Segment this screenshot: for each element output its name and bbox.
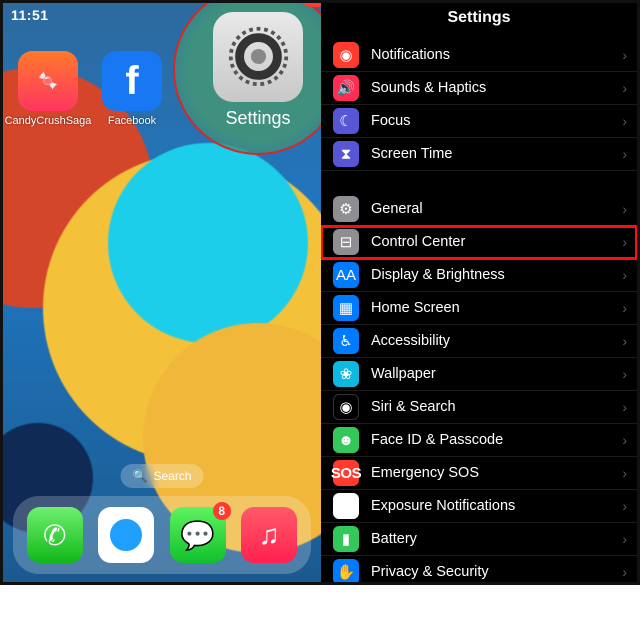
row-icon: ▦ [333,295,359,321]
row-icon: ♿︎ [333,328,359,354]
settings-label: Settings [225,108,290,129]
settings-row-wallpaper[interactable]: ❀ Wallpaper › [321,358,637,391]
row-label: Display & Brightness [371,267,505,283]
row-icon: SOS [333,460,359,486]
row-label: Home Screen [371,300,460,316]
dock: ✆ 💬 8 ♫ [13,496,311,574]
settings-screen: Settings ◉ Notifications › 🔊 Sounds & Haptic… [321,3,637,582]
settings-row-sounds-haptics[interactable]: 🔊 Sounds & Haptics › [321,72,637,105]
settings-row-focus[interactable]: ☾ Focus › [321,105,637,138]
row-label: Screen Time [371,146,452,162]
status-bar-time: 11:51 [11,7,49,23]
facebook-icon: f [102,51,162,111]
row-label: Sounds & Haptics [371,80,486,96]
settings-row-exposure-notifications[interactable]: ✺ Exposure Notifications › [321,490,637,523]
row-label: Wallpaper [371,366,436,382]
chevron-right-icon: › [622,80,627,96]
settings-badge: 3 [301,3,321,7]
settings-row-emergency-sos[interactable]: SOS Emergency SOS › [321,457,637,490]
row-label: Accessibility [371,333,450,349]
row-label: Notifications [371,47,450,63]
settings-row-battery[interactable]: ▮ Battery › [321,523,637,556]
row-icon: AA [333,262,359,288]
chevron-right-icon: › [622,146,627,162]
chevron-right-icon: › [622,531,627,547]
row-icon: ▮ [333,526,359,552]
row-icon: ◉ [333,42,359,68]
row-icon: ⚙ [333,196,359,222]
chevron-right-icon: › [622,201,627,217]
row-label: Face ID & Passcode [371,432,503,448]
row-label: Privacy & Security [371,564,489,580]
row-label: Emergency SOS [371,465,479,481]
chevron-right-icon: › [622,267,627,283]
dock-messages[interactable]: 💬 8 [170,507,226,563]
row-label: Focus [371,113,411,129]
row-label: Siri & Search [371,399,456,415]
chevron-right-icon: › [622,300,627,316]
row-icon: ☻ [333,427,359,453]
settings-icon [213,12,303,102]
row-icon: ☾ [333,108,359,134]
dock-phone[interactable]: ✆ [27,507,83,563]
chevron-right-icon: › [622,564,627,580]
chevron-right-icon: › [622,432,627,448]
dock-music[interactable]: ♫ [241,507,297,563]
dock-safari[interactable] [98,507,154,563]
chevron-right-icon: › [622,333,627,349]
candycrush-icon: 🍬 [18,51,78,111]
home-screen: 11:51 🍬 CandyCrushSaga f Facebook 3 Sett… [3,3,321,582]
row-label: Exposure Notifications [371,498,515,514]
settings-row-display-brightness[interactable]: AA Display & Brightness › [321,259,637,292]
row-icon: 🔊 [333,75,359,101]
settings-row-accessibility[interactable]: ♿︎ Accessibility › [321,325,637,358]
search-icon: 🔍 [133,469,148,483]
messages-badge: 8 [213,502,231,520]
row-label: Control Center [371,234,465,250]
settings-row-face-id-passcode[interactable]: ☻ Face ID & Passcode › [321,424,637,457]
chevron-right-icon: › [622,366,627,382]
settings-row-privacy-security[interactable]: ✋ Privacy & Security › [321,556,637,582]
chevron-right-icon: › [622,47,627,63]
app-facebook[interactable]: f Facebook [101,51,163,127]
row-icon: ❀ [333,361,359,387]
app-candycrush[interactable]: 🍬 CandyCrushSaga [17,51,79,127]
wallpaper-blob [108,143,308,343]
row-label: Battery [371,531,417,547]
row-icon: ✺ [333,493,359,519]
settings-row-screen-time[interactable]: ⧗ Screen Time › [321,138,637,171]
chevron-right-icon: › [622,498,627,514]
page-title: Settings [321,9,637,27]
chevron-right-icon: › [622,234,627,250]
settings-row-home-screen[interactable]: ▦ Home Screen › [321,292,637,325]
settings-row-general[interactable]: ⚙ General › [321,193,637,226]
row-icon: ⊟ [333,229,359,255]
row-icon: ◉ [333,394,359,420]
settings-highlight[interactable]: 3 Settings [173,3,321,155]
settings-row-siri-search[interactable]: ◉ Siri & Search › [321,391,637,424]
chevron-right-icon: › [622,113,627,129]
chevron-right-icon: › [622,399,627,415]
settings-row-notifications[interactable]: ◉ Notifications › [321,39,637,72]
settings-row-control-center[interactable]: ⊟ Control Center › [321,226,637,259]
row-icon: ✋ [333,559,359,582]
chevron-right-icon: › [622,465,627,481]
row-icon: ⧗ [333,141,359,167]
row-label: General [371,201,423,217]
spotlight-search[interactable]: 🔍 Search [121,464,204,488]
